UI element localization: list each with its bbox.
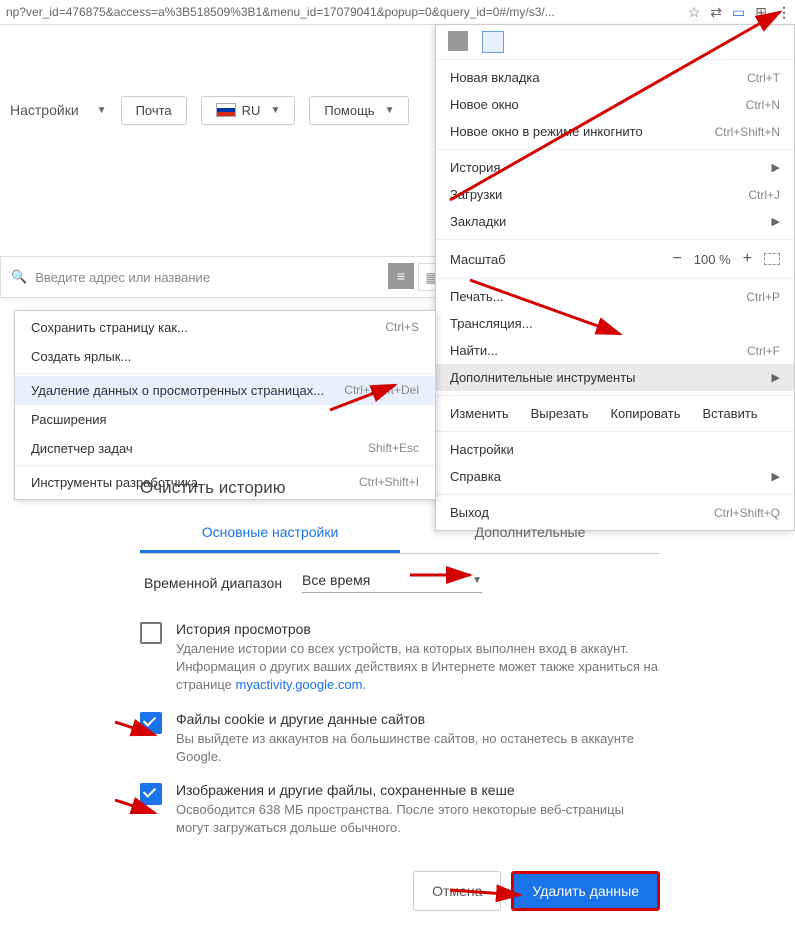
menu-bookmarks[interactable]: Закладки▶ (436, 208, 794, 235)
mail-button[interactable]: Почта (121, 96, 187, 125)
submenu-task-manager[interactable]: Диспетчер задачShift+Esc (15, 434, 435, 463)
menu-zoom: Масштаб − 100 % + (436, 244, 794, 274)
edit-copy[interactable]: Копировать (610, 406, 680, 421)
ext-icon-1[interactable] (448, 31, 468, 51)
search-placeholder: Введите адрес или название (35, 270, 210, 285)
menu-history[interactable]: История▶ (436, 154, 794, 181)
extension-icon-3[interactable]: ⊞ (755, 0, 767, 24)
checkbox-checked[interactable] (140, 783, 162, 805)
zoom-label: Масштаб (450, 252, 506, 267)
page-toolbar: Настройки ▼ Почта RU▼ Помощь▼ (0, 88, 455, 132)
menu-settings[interactable]: Настройки (436, 436, 794, 463)
option-cached-files[interactable]: Изображения и другие файлы, сохраненные … (140, 774, 660, 845)
submenu-extensions[interactable]: Расширения (15, 405, 435, 434)
dialog-title: Очистить историю (140, 478, 660, 498)
address-bar[interactable]: np?ver_id=476875&access=a%3B518509%3B1&m… (0, 0, 795, 25)
menu-extension-row (436, 25, 794, 60)
language-button[interactable]: RU▼ (201, 96, 296, 125)
chevron-right-icon: ▶ (772, 470, 780, 483)
chevron-down-icon: ▼ (385, 105, 395, 116)
cancel-button[interactable]: Отмена (413, 871, 501, 911)
extension-icon[interactable]: ⇄ (710, 0, 722, 24)
checkbox-unchecked[interactable] (140, 622, 162, 644)
zoom-value: 100 % (694, 252, 731, 267)
extension-icon-2[interactable]: ▭ (732, 0, 745, 24)
option-desc: Освободится 638 МБ пространства. После э… (176, 801, 660, 837)
more-tools-submenu: Сохранить страницу как...Ctrl+S Создать … (14, 310, 436, 500)
edit-cut[interactable]: Вырезать (531, 406, 589, 421)
option-title: Изображения и другие файлы, сохраненные … (176, 782, 660, 798)
chevron-right-icon: ▶ (772, 215, 780, 228)
edit-paste[interactable]: Вставить (702, 406, 757, 421)
ext-icon-2[interactable] (482, 31, 504, 53)
help-button[interactable]: Помощь▼ (309, 96, 409, 125)
flag-ru-icon (216, 103, 236, 117)
chevron-down-icon: ▼ (97, 105, 107, 116)
chevron-right-icon: ▶ (772, 161, 780, 174)
checkbox-checked[interactable] (140, 712, 162, 734)
tab-basic[interactable]: Основные настройки (140, 514, 400, 553)
option-desc: Вы выйдете из аккаунтов на большинстве с… (176, 730, 660, 766)
menu-find[interactable]: Найти...Ctrl+F (436, 337, 794, 364)
menu-new-window[interactable]: Новое окноCtrl+N (436, 91, 794, 118)
menu-new-tab[interactable]: Новая вкладкаCtrl+T (436, 64, 794, 91)
dialog-tabs: Основные настройки Дополнительные (140, 514, 660, 554)
option-title: Файлы cookie и другие данные сайтов (176, 711, 660, 727)
menu-print[interactable]: Печать...Ctrl+P (436, 283, 794, 310)
submenu-create-shortcut[interactable]: Создать ярлык... (15, 342, 435, 371)
option-title: История просмотров (176, 621, 660, 637)
menu-edit-row: Изменить Вырезать Копировать Вставить (436, 400, 794, 427)
menu-cast[interactable]: Трансляция... (436, 310, 794, 337)
tab-advanced[interactable]: Дополнительные (400, 514, 660, 553)
chrome-main-menu: Новая вкладкаCtrl+T Новое окноCtrl+N Нов… (435, 24, 795, 531)
kebab-menu-icon[interactable]: ⋮ (777, 0, 791, 24)
chevron-down-icon: ▼ (270, 105, 280, 116)
menu-incognito[interactable]: Новое окно в режиме инкогнитоCtrl+Shift+… (436, 118, 794, 145)
submenu-clear-browsing-data[interactable]: Удаление данных о просмотренных страница… (15, 376, 435, 405)
settings-link[interactable]: Настройки (10, 102, 79, 118)
myactivity-link[interactable]: myactivity.google.com (236, 677, 363, 692)
clear-data-button[interactable]: Удалить данные (511, 871, 660, 911)
address-search-input[interactable]: 🔍 Введите адрес или название ≡ ▦ (0, 256, 457, 298)
fullscreen-icon[interactable] (764, 253, 780, 265)
option-cookies[interactable]: Файлы cookie и другие данные сайтов Вы в… (140, 703, 660, 774)
time-range-value: Все время (302, 572, 370, 588)
time-range-label: Временной диапазон (144, 575, 282, 591)
clear-browsing-data-dialog: Очистить историю Основные настройки Допо… (140, 478, 660, 911)
zoom-plus[interactable]: + (743, 250, 752, 268)
menu-downloads[interactable]: ЗагрузкиCtrl+J (436, 181, 794, 208)
option-desc: Удаление истории со всех устройств, на к… (176, 640, 660, 695)
chevron-right-icon: ▶ (772, 371, 780, 384)
zoom-minus[interactable]: − (672, 250, 681, 268)
url-bar-icons: ☆ ⇄ ▭ ⊞ ⋮ (688, 0, 791, 24)
star-icon[interactable]: ☆ (688, 0, 701, 24)
list-view-icon[interactable]: ≡ (388, 263, 414, 289)
submenu-save-page[interactable]: Сохранить страницу как...Ctrl+S (15, 313, 435, 342)
chevron-down-icon: ▼ (472, 575, 482, 586)
edit-label: Изменить (450, 406, 509, 421)
option-browsing-history[interactable]: История просмотров Удаление истории со в… (140, 613, 660, 703)
time-range-select[interactable]: Все время ▼ (302, 572, 482, 593)
url-text: np?ver_id=476875&access=a%3B518509%3B1&m… (6, 5, 555, 19)
menu-more-tools[interactable]: Дополнительные инструменты▶ (436, 364, 794, 391)
search-icon: 🔍 (11, 269, 27, 285)
